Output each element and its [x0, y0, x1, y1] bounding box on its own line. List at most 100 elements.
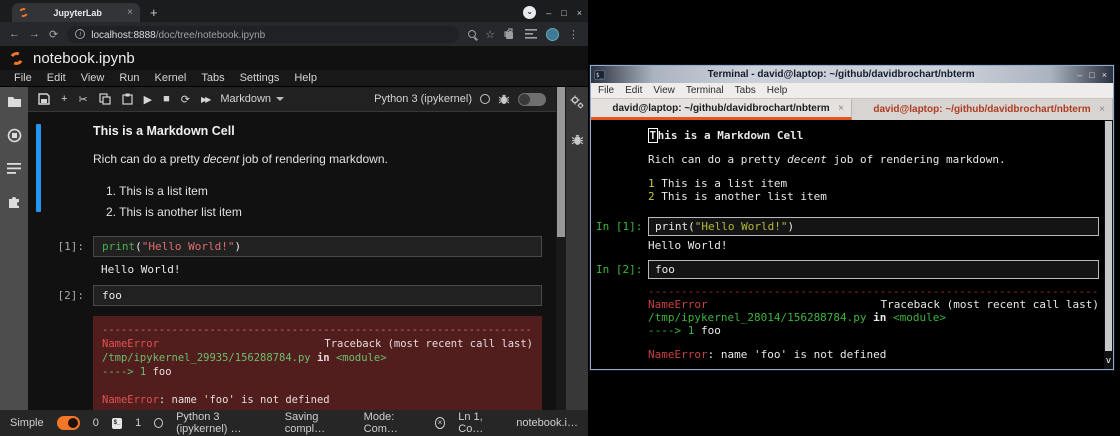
close-circle-icon[interactable]: ×: [435, 417, 446, 429]
menu-edit[interactable]: Edit: [47, 72, 66, 84]
terminal-close-button[interactable]: ×: [1102, 70, 1107, 80]
extensions-puzzle-icon[interactable]: [504, 28, 516, 40]
browser-tabstrip: JupyterLab × + ⌄ – □ ×: [0, 0, 588, 22]
terminal-maximize-button[interactable]: □: [1089, 70, 1094, 80]
interrupt-kernel-icon[interactable]: ■: [163, 93, 170, 105]
terminal-menubar: File Edit View Terminal Tabs Help: [591, 83, 1113, 99]
filename-status: notebook.i…: [516, 417, 578, 429]
browser-tab-title: JupyterLab: [33, 8, 122, 18]
cursor-position-status[interactable]: Ln 1, Co…: [458, 411, 503, 435]
tab-close-icon[interactable]: ×: [838, 103, 844, 114]
restart-run-all-icon[interactable]: ▶▶: [201, 95, 209, 104]
traceback-arrow-line: ----> 1 foo: [102, 365, 533, 379]
kernel-status-icon: [480, 94, 490, 104]
terminal-tab-label: david@laptop: ~/github/davidbrochart/nbt…: [612, 103, 829, 114]
error-name: NameError: [102, 337, 159, 351]
property-inspector-gears-icon[interactable]: [570, 95, 584, 109]
file-browser-icon[interactable]: [7, 95, 22, 108]
add-cell-icon[interactable]: +: [61, 93, 67, 105]
scrollbar-thumb[interactable]: [557, 87, 565, 237]
url-host: localhost:8888: [91, 30, 156, 41]
scrollbar-thumb[interactable]: [1105, 121, 1112, 351]
reload-icon[interactable]: ⟳: [49, 28, 58, 41]
extension-manager-icon[interactable]: [7, 194, 22, 209]
error-output-row: ----------------------------------------…: [39, 313, 542, 410]
menu-view[interactable]: View: [81, 72, 105, 84]
terminal-app-icon: $_: [594, 70, 605, 80]
nbterm-list-item: 2 This is another list item: [596, 190, 1099, 203]
markdown-heading: This is a Markdown Cell: [93, 124, 542, 138]
new-tab-button[interactable]: +: [150, 5, 158, 22]
nbterm-prompt: In [2]:: [596, 263, 648, 276]
browser-tab[interactable]: JupyterLab ×: [12, 3, 140, 22]
cell-type-dropdown[interactable]: Markdown: [220, 93, 284, 105]
site-info-icon[interactable]: i: [75, 29, 85, 39]
scroll-down-arrow-icon[interactable]: v: [1105, 355, 1112, 368]
restart-kernel-icon[interactable]: ⟳: [181, 93, 190, 106]
nbterm-code-cell-2: In [2]: foo: [596, 260, 1099, 279]
terminal-tab-inactive[interactable]: david@laptop: ~/github/davidbrochart/nbt…: [852, 99, 1113, 120]
window-minimize-button[interactable]: –: [546, 8, 551, 18]
save-icon[interactable]: [38, 93, 50, 105]
terminal-menu-file[interactable]: File: [598, 85, 614, 96]
terminal-menu-tabs[interactable]: Tabs: [735, 85, 756, 96]
kernel-name-button[interactable]: Python 3 (ipykernel): [374, 93, 472, 105]
menu-run[interactable]: Run: [119, 72, 139, 84]
error-message: NameError: name 'foo' is not defined: [596, 348, 1099, 361]
forward-icon[interactable]: →: [29, 28, 40, 40]
cell-type-value: Markdown: [220, 93, 271, 105]
right-activity-bar: [566, 87, 588, 410]
kernel-status-text[interactable]: Python 3 (ipykernel) …: [176, 411, 272, 435]
window-maximize-button[interactable]: □: [561, 8, 566, 18]
tab-close-icon[interactable]: ×: [1099, 104, 1105, 115]
profile-avatar[interactable]: [546, 28, 559, 41]
side-panel-icon[interactable]: [525, 29, 537, 39]
notebook-scrollbar[interactable]: [556, 87, 566, 410]
markdown-list-item: 2. This is another list item: [106, 202, 542, 223]
terminal-titlebar[interactable]: $_ Terminal - david@laptop: ~/github/dav…: [591, 66, 1113, 83]
error-traceback: ----------------------------------------…: [93, 316, 542, 410]
terminal-menu-help[interactable]: Help: [767, 85, 788, 96]
cut-cell-icon[interactable]: ✂: [78, 93, 87, 106]
menu-help[interactable]: Help: [294, 72, 317, 84]
bookmark-star-icon[interactable]: ☆: [485, 28, 495, 41]
address-bar[interactable]: i localhost:8888/doc/tree/notebook.ipynb: [67, 26, 459, 43]
menu-file[interactable]: File: [14, 72, 32, 84]
cell-prompt: [2]:: [39, 285, 93, 306]
terminal-minimize-button[interactable]: –: [1077, 70, 1082, 80]
jupyterlab-header: notebook.ipynb: [0, 46, 588, 70]
kernel-toggle[interactable]: [518, 93, 546, 106]
terminal-content[interactable]: This is a Markdown Cell Rich can do a pr…: [591, 120, 1113, 369]
nbterm-code-input[interactable]: foo: [648, 260, 1099, 279]
paste-cell-icon[interactable]: [122, 93, 133, 105]
media-controls-button[interactable]: ⌄: [523, 6, 536, 19]
terminal-menu-view[interactable]: View: [653, 85, 675, 96]
terminal-scrollbar[interactable]: v: [1104, 120, 1113, 369]
menu-tabs[interactable]: Tabs: [201, 72, 224, 84]
terminal-menu-edit[interactable]: Edit: [625, 85, 642, 96]
copy-cell-icon[interactable]: [99, 93, 111, 105]
zoom-icon[interactable]: [468, 30, 476, 38]
saving-status: Saving compl…: [285, 411, 351, 435]
run-cell-icon[interactable]: ▶: [144, 93, 152, 106]
table-of-contents-icon[interactable]: [7, 163, 21, 174]
back-icon[interactable]: ←: [9, 28, 20, 40]
nbterm-error-traceback: ----------------------------------------…: [596, 285, 1099, 361]
markdown-cell[interactable]: This is a Markdown Cell Rich can do a pr…: [39, 120, 542, 229]
code-input[interactable]: foo: [93, 285, 542, 306]
menu-kernel[interactable]: Kernel: [155, 72, 187, 84]
menu-settings[interactable]: Settings: [240, 72, 280, 84]
nbterm-code-input[interactable]: print("Hello World!"): [648, 217, 1099, 236]
window-close-button[interactable]: ×: [577, 8, 582, 18]
notebook-area: This is a Markdown Cell Rich can do a pr…: [28, 112, 556, 410]
running-kernels-icon[interactable]: [7, 128, 22, 143]
terminal-tab-active[interactable]: david@laptop: ~/github/davidbrochart/nbt…: [591, 99, 852, 120]
tab-close-icon[interactable]: ×: [127, 7, 133, 18]
terminal-menu-terminal[interactable]: Terminal: [686, 85, 724, 96]
code-input[interactable]: print("Hello World!"): [93, 236, 542, 257]
traceback-label: Traceback (most recent call last): [324, 337, 533, 351]
debugger-sidebar-bug-icon[interactable]: [571, 133, 584, 146]
debugger-bug-icon[interactable]: [498, 93, 510, 105]
simple-mode-toggle[interactable]: [57, 416, 80, 430]
browser-menu-icon[interactable]: ⋮: [568, 28, 579, 41]
